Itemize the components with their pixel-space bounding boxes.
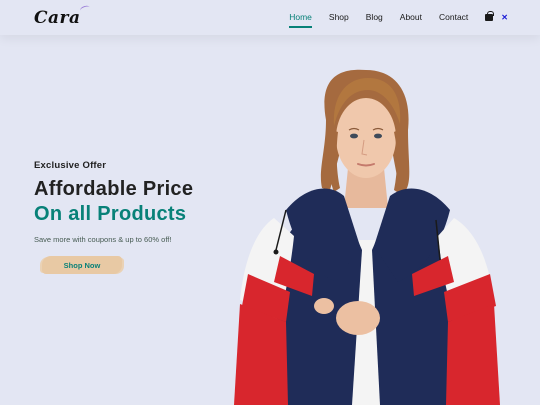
hero-section: Exclusive Offer Affordable Price On all … (34, 160, 193, 274)
brand-logo-text: Cara (34, 7, 81, 28)
main-nav: Home Shop Blog About Contact ✕ (272, 11, 508, 28)
shop-now-button[interactable]: Shop Now (42, 256, 122, 274)
nav-blog-link[interactable]: Blog (366, 12, 383, 24)
hero-kicker: Exclusive Offer (34, 160, 107, 171)
site-header: Cara Home Shop Blog About Contact ✕ (0, 0, 540, 35)
hero-title-line1: Affordable Price (34, 178, 194, 200)
shopping-bag-icon[interactable] (485, 11, 494, 21)
nav-contact-link[interactable]: Contact (439, 12, 468, 24)
hero-model-image (234, 69, 500, 405)
logo-flourish-icon (78, 4, 91, 13)
nav-home-link[interactable]: Home (289, 12, 312, 28)
hero-title-line2: On all Products (34, 203, 187, 225)
nav-about-link[interactable]: About (400, 12, 422, 24)
brand-logo[interactable]: Cara (34, 4, 91, 28)
close-icon[interactable]: ✕ (501, 13, 508, 22)
nav-shop-link[interactable]: Shop (329, 12, 349, 24)
hero-subtitle: Save more with coupons & up to 60% off! (34, 235, 172, 244)
